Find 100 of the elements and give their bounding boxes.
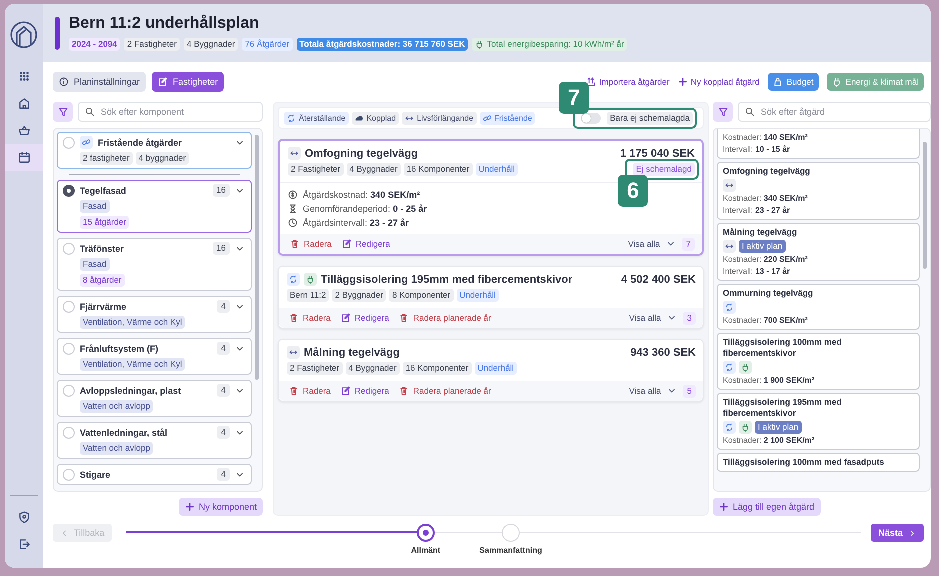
shield-icon xyxy=(18,511,30,524)
catalog-card[interactable]: Tilläggsisolering 100mm med fasadputs xyxy=(717,453,920,472)
step-marker[interactable] xyxy=(416,524,435,542)
chevron-left-icon xyxy=(60,528,69,538)
catalog-card[interactable]: Omfogning tegelvägg Kostnader: 340 SEK/m² Intervall: 23 - 27 år xyxy=(717,162,920,220)
info-tag: 4 byggnader xyxy=(136,152,190,165)
catalog-card[interactable]: Tilläggsisolering 100mm med fibercementskivor Kostnader: 1 900 SEK/m² xyxy=(717,333,920,390)
funnel-icon xyxy=(718,106,728,118)
edit-link[interactable]: Redigera xyxy=(340,313,390,323)
component-card[interactable]: Fjärrvärme 4 Ventilation, Värme och Kyl xyxy=(57,296,252,333)
trash-icon xyxy=(289,386,299,396)
component-card[interactable]: Tegelfasad 16 Fasad 15 åtgärder xyxy=(57,180,252,233)
catalog-title: Tilläggsisolering 195mm med fibercementskivor xyxy=(723,397,843,419)
standalone-card[interactable]: Fristående åtgärder 2 fastigheter 4 byggnader xyxy=(57,132,252,169)
catalog-card[interactable]: Tilläggsisolering 195mm med fibercementskivor I aktiv plan Kostnader: 2 100 SEK/m² xyxy=(717,393,920,450)
catalog-title: Tilläggsisolering 100mm med fasadputs xyxy=(723,457,886,468)
toggle-switch[interactable] xyxy=(581,112,602,124)
measure-amount: 1 175 040 SEK xyxy=(620,148,695,160)
cloud-icon xyxy=(354,114,364,122)
plug-icon xyxy=(832,77,842,87)
trash-icon xyxy=(290,239,300,249)
info-tag: 2 fastigheter xyxy=(80,152,133,165)
delete-link[interactable]: Radera xyxy=(289,386,331,396)
delete-link[interactable]: Radera xyxy=(290,239,332,249)
edit-icon xyxy=(340,386,351,396)
legend-tag: Kopplad xyxy=(352,112,400,124)
count-badge: 16 xyxy=(212,242,230,255)
step-label: Sammanfattning xyxy=(480,546,542,555)
scrollbar[interactable] xyxy=(255,135,259,380)
add-measure-button[interactable]: Lägg till egen åtgärd xyxy=(713,498,821,516)
step-label: Allmänt xyxy=(411,546,441,555)
link-icon xyxy=(482,114,492,122)
info-tag: 8 Komponenter xyxy=(389,289,454,302)
plan-title: Bern 11:2 underhållsplan xyxy=(69,15,260,33)
measure-amount: 4 502 400 SEK xyxy=(621,274,696,286)
detail-text: Genomförandeperiod: 0 - 25 år xyxy=(303,204,428,214)
filter-button[interactable] xyxy=(713,102,733,122)
show-all-link[interactable]: Visa alla xyxy=(629,313,678,323)
link-icon xyxy=(80,136,93,149)
plug-icon xyxy=(475,40,484,49)
show-all-link[interactable]: Visa alla xyxy=(628,239,676,249)
info-tag: 2 Byggnader xyxy=(332,289,386,302)
catalog-detail: Kostnader: 140 SEK/m² xyxy=(723,133,809,143)
search-field[interactable]: Sök efter komponent xyxy=(78,102,263,122)
count-badge: 5 xyxy=(683,384,696,398)
add-component-button[interactable]: Ny komponent xyxy=(178,498,263,516)
add-link[interactable]: Ny kopplad åtgärd xyxy=(678,73,760,91)
component-card[interactable]: Avloppsledningar, plast 4 Vatten och avlopp xyxy=(57,380,252,417)
scrollbar[interactable] xyxy=(923,142,927,269)
catalog-card[interactable]: Målning tegelvägg I aktiv plan Kostnader: 220 SEK/m² Intervall: 13 - 17 år xyxy=(717,223,920,281)
callout-badge: 7 xyxy=(559,82,590,114)
component-card[interactable]: Vattenledningar, stål 4 Vatten och avlopp xyxy=(57,422,252,459)
search-field[interactable]: Sök efter åtgärd xyxy=(738,102,931,122)
catalog-detail: Kostnader: 700 SEK/m² xyxy=(723,316,809,326)
edit-link[interactable]: Redigera xyxy=(342,239,390,249)
tab[interactable]: Planinställningar xyxy=(53,72,146,92)
legend-tag: Återställande xyxy=(284,112,349,124)
info-tag: Underhåll xyxy=(456,289,499,302)
radio-button[interactable] xyxy=(63,184,75,196)
toggle-label: Bara ej schemalagda xyxy=(607,112,693,124)
delete-link[interactable]: Radera xyxy=(289,313,331,323)
plug-icon xyxy=(739,421,752,434)
nav-item[interactable] xyxy=(5,144,43,171)
measure-card[interactable]: Målning tegelvägg 943 360 SEK 2 Fastigheter 4 Byggnader 16 Komponenter Underhåll Radera Redigera Radera planerade år Visa alla 5 xyxy=(278,339,704,402)
edit-icon xyxy=(342,239,352,249)
category-tag: Fasad xyxy=(80,258,110,271)
next-button[interactable]: Nästa xyxy=(871,524,924,542)
plug-icon xyxy=(739,361,752,374)
count-badge: 4 xyxy=(217,300,230,313)
measure-card[interactable]: Tilläggsisolering 195mm med fibercementskivor 4 502 400 SEK Bern 11:2 2 Byggnader 8 Komponenter Underhåll Radera Redigera Radera planerade år Visa alla 3 xyxy=(278,266,704,329)
info-tag: Underhåll xyxy=(476,163,518,176)
delete-link[interactable]: Radera planerade år xyxy=(399,386,492,396)
catalog-detail: Kostnader: 220 SEK/m² xyxy=(723,255,809,265)
detail-text: Åtgärdsintervall: 23 - 27 år xyxy=(303,218,410,228)
edit-icon xyxy=(340,313,351,323)
circular-arrows-icon xyxy=(723,361,736,374)
catalog-card[interactable]: Kostnader: 140 SEK/m² Intervall: 10 - 15 år xyxy=(717,129,920,159)
tab[interactable]: Fastigheter xyxy=(152,72,224,92)
info-tag: 16 Komponenter xyxy=(402,362,472,375)
legend-tag: Fristående xyxy=(480,112,536,124)
plus-icon xyxy=(678,77,688,87)
delete-link[interactable]: Radera planerade år xyxy=(399,313,492,323)
component-card[interactable]: Frånluftsystem (F) 4 Ventilation, Värme och Kyl xyxy=(57,338,252,375)
tray-arrows-icon xyxy=(586,77,596,87)
catalog-title: Målning tegelvägg xyxy=(723,227,798,238)
plus-icon xyxy=(719,502,729,512)
component-card[interactable]: Träfönster 16 Fasad 8 åtgärder xyxy=(57,238,252,291)
count-badge: 7 xyxy=(682,238,695,250)
count-badge: 4 xyxy=(217,426,230,439)
info-tag: 4 Byggnader xyxy=(346,362,400,375)
component-card[interactable]: Stigare 4 xyxy=(57,464,252,485)
component-name: Tegelfasad xyxy=(80,186,128,196)
measure-card[interactable] xyxy=(278,139,704,256)
chevron-right-icon xyxy=(908,528,917,538)
filter-button[interactable] xyxy=(53,102,73,122)
funnel-icon xyxy=(58,106,68,118)
component-name: Fristående åtgärder xyxy=(98,138,184,148)
catalog-card[interactable]: Ommurning tegelvägg Kostnader: 700 SEK/m² xyxy=(717,284,920,330)
edit-link[interactable]: Redigera xyxy=(340,386,390,396)
show-all-link[interactable]: Visa alla xyxy=(629,386,678,396)
